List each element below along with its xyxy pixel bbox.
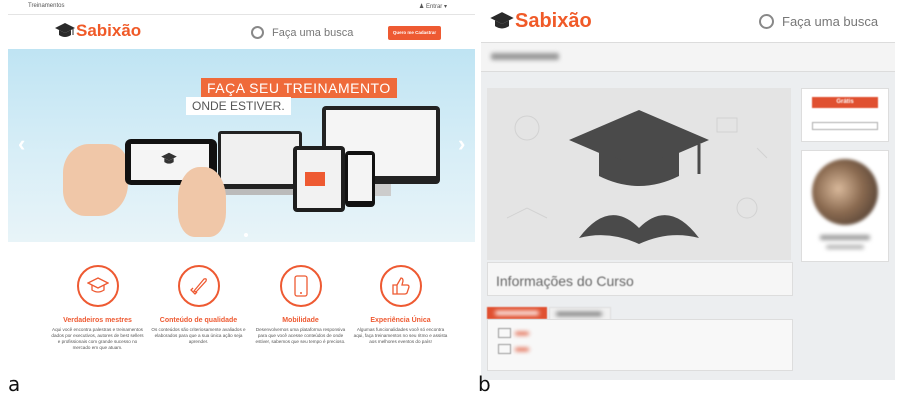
lessons-list <box>487 319 793 371</box>
feature-desc: Desenvolvemos uma plataforma responsiva … <box>255 327 346 344</box>
tab-overview[interactable] <box>487 307 547 319</box>
course-tabs <box>487 307 791 321</box>
hand-left <box>63 144 128 216</box>
header: Sabixão Faça uma busca <box>481 0 895 43</box>
course-info-title: Informações do Curso <box>496 273 634 289</box>
figure-label-b: b <box>478 372 491 396</box>
header: Sabixão Faça uma busca Quero me Cadastra… <box>8 15 475 49</box>
subheader <box>481 43 895 106</box>
feature-title: Conteúdo de qualidade <box>159 317 238 324</box>
video-icon <box>498 328 511 338</box>
login-dropdown[interactable]: ♟ Entrar ▾ <box>419 3 447 10</box>
tablet-icon <box>279 265 322 307</box>
login-label: Entrar <box>425 4 443 10</box>
trainings-link[interactable]: Treinamentos <box>28 3 64 9</box>
graduation-cap-logo-icon <box>55 23 75 37</box>
lesson-item[interactable] <box>498 328 529 338</box>
laptop-device <box>218 131 302 189</box>
graduation-cap-logo-icon <box>490 12 514 29</box>
features-section: Verdadeiros mestres Aqui você encontra p… <box>8 250 475 380</box>
discount-input[interactable] <box>812 122 878 130</box>
instructor-card <box>801 150 889 262</box>
search-placeholder: Faça uma busca <box>782 14 879 29</box>
carousel-dot[interactable] <box>244 233 248 237</box>
hero-banner: FAÇA SEU TREINAMENTO ONDE ESTIVER. ‹ › <box>8 49 475 242</box>
thumbs-up-icon <box>379 265 422 307</box>
logo[interactable]: Sabixão <box>489 10 592 33</box>
search-placeholder: Faça uma busca <box>272 26 354 39</box>
hero-subheadline: ONDE ESTIVER. <box>186 97 291 115</box>
feature-title: Mobilidade <box>282 317 319 324</box>
tablet-device <box>293 146 345 212</box>
user-icon: ♟ <box>418 4 425 10</box>
enroll-card: Grátis <box>801 88 889 142</box>
hero-headline: FAÇA SEU TREINAMENTO <box>201 78 397 98</box>
lesson-item[interactable] <box>498 344 529 354</box>
feature-mobility: Mobilidade Desenvolvemos uma plataforma … <box>253 265 348 345</box>
figure-label-a: a <box>8 372 21 396</box>
feature-title: Experiência Única <box>370 317 431 324</box>
logo-text: Sabixão <box>515 10 592 32</box>
feature-desc: Algumas funcionalidades você só encontra… <box>353 327 448 344</box>
panel-a-homepage: Treinamentos ♟ Entrar ▾ Sabixão Faça uma… <box>8 0 475 380</box>
course-image <box>487 88 791 260</box>
graduation-cap-icon <box>76 265 119 307</box>
rocket-icon <box>177 265 220 307</box>
feature-masters: Verdadeiros mestres Aqui você encontra p… <box>50 265 145 351</box>
instructor-role-blurred <box>826 245 864 249</box>
graduation-cap-book-icon <box>487 88 791 260</box>
feature-experience: Experiência Única Algumas funcionalidade… <box>353 265 448 345</box>
top-bar: Treinamentos ♟ Entrar ▾ <box>8 0 475 15</box>
logo[interactable]: Sabixão <box>54 21 141 41</box>
carousel-next-icon[interactable]: › <box>458 131 465 157</box>
panel-b-course-page: Sabixão Faça uma busca Informações do Cu… <box>481 0 895 380</box>
course-info-box: Informações do Curso <box>487 262 793 296</box>
search-icon <box>251 26 264 39</box>
caret-down-icon: ▾ <box>443 4 447 10</box>
avatar[interactable] <box>812 159 878 225</box>
course-title-blurred <box>491 53 559 60</box>
carousel-prev-icon[interactable]: ‹ <box>18 131 25 157</box>
feature-desc: Aqui você encontra palestras e treinamen… <box>51 327 144 350</box>
video-icon <box>498 344 511 354</box>
signup-button[interactable]: Quero me Cadastrar <box>388 26 441 40</box>
feature-desc: Os conteúdos são criteriosamente avaliad… <box>151 327 246 344</box>
search-field[interactable]: Faça uma busca <box>251 26 353 39</box>
feature-title: Verdadeiros mestres <box>63 317 132 324</box>
feature-quality: Conteúdo de qualidade Os conteúdos são c… <box>151 265 246 345</box>
search-field[interactable]: Faça uma busca <box>759 14 878 29</box>
phone-device <box>345 151 375 207</box>
logo-text: Sabixão <box>76 21 142 40</box>
free-button[interactable]: Grátis <box>812 97 878 108</box>
hand-right <box>178 167 226 237</box>
instructor-name-blurred <box>820 235 870 240</box>
search-icon <box>759 14 774 29</box>
